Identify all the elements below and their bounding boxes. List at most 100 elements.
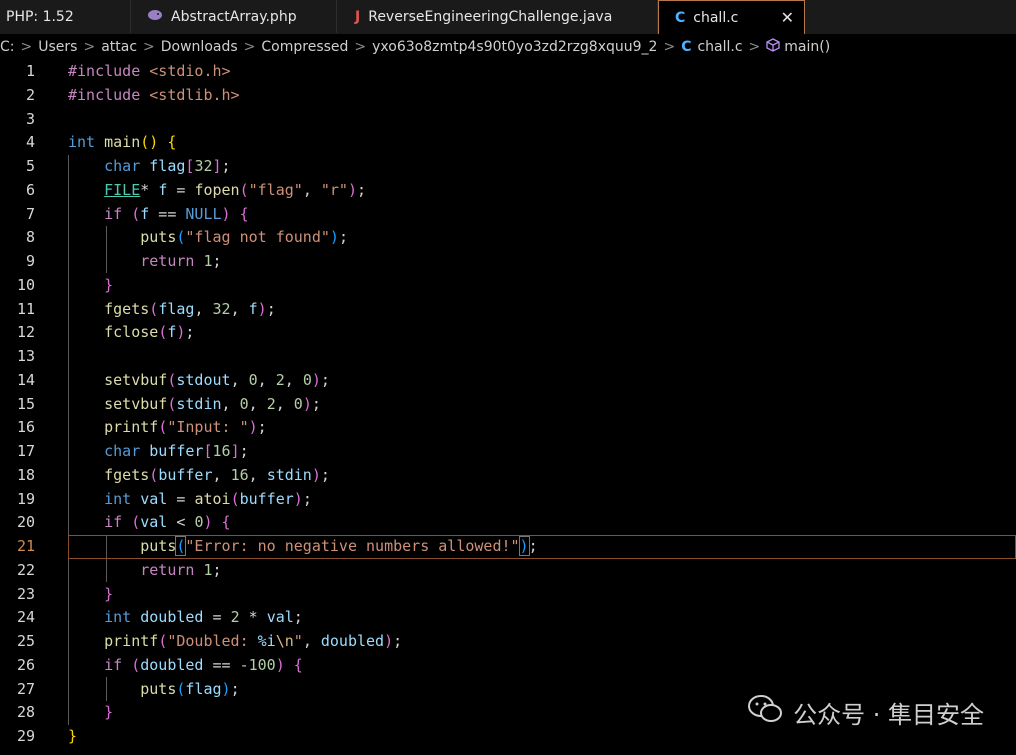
line-number: 19 [16, 489, 35, 508]
tab-label: PHP: 1.52 [6, 8, 74, 25]
line-number: 1 [25, 62, 35, 80]
line-number: 25 [16, 632, 35, 650]
line-number: 23 [16, 584, 35, 603]
line-number: 29 [16, 727, 35, 745]
line-number: 6 [25, 180, 35, 199]
code-editor[interactable]: 1 #include <stdio.h> 2 #include <stdlib.h>… [0, 60, 1016, 755]
line-number: 20 [16, 513, 35, 532]
code-text: char flag[32]; [104, 157, 231, 175]
chevron-right-icon: > [20, 39, 33, 55]
breadcrumb-item[interactable]: Downloads [161, 39, 238, 55]
line-number: 7 [25, 204, 35, 223]
line-number: 9 [25, 252, 35, 270]
tab-label: ReverseEngineeringChallenge.java [368, 8, 613, 25]
line-number: 3 [25, 109, 35, 128]
breadcrumb-item[interactable]: yxo63o8zmtp4s90t0yo3zd2rzg8xquu9_2 [372, 39, 657, 55]
code-text: return 1; [140, 252, 222, 270]
code-text: if (doubled == -100) { [104, 655, 303, 674]
php-elephant-icon [147, 9, 163, 25]
line-number: 27 [16, 679, 35, 698]
line-number: 15 [16, 394, 35, 413]
code-line: 1 #include <stdio.h> [0, 60, 1016, 84]
line-number: 24 [16, 608, 35, 627]
code-line: 19 int val = atoi(buffer); [0, 488, 1016, 512]
breadcrumb-item[interactable]: Compressed [261, 39, 348, 55]
code-line: 5 char flag[32]; [0, 155, 1016, 179]
line-number: 4 [25, 133, 35, 152]
tab-reverseengineering[interactable]: J ReverseEngineeringChallenge.java [337, 0, 658, 33]
code-text: } [104, 275, 114, 294]
watermark-text: 公众号 · 隼目安全 [793, 701, 984, 729]
breadcrumb-item[interactable]: C: [0, 39, 15, 55]
chevron-right-icon: > [354, 39, 367, 55]
code-text: puts("Error: no negative numbers allowed… [140, 536, 538, 556]
chevron-right-icon: > [663, 39, 676, 55]
breadcrumb-file[interactable]: chall.c [697, 39, 742, 55]
breadcrumb-symbol[interactable]: main() [784, 39, 830, 55]
code-text: setvbuf(stdout, 0, 2, 0); [104, 370, 330, 389]
c-file-icon: C [675, 9, 686, 26]
code-line: 8 puts("flag not found"); [0, 226, 1016, 250]
code-line: 13 [0, 345, 1016, 369]
code-line: 7 if (f == NULL) { [0, 203, 1016, 227]
c-file-icon: C [681, 39, 692, 55]
code-line: 26 if (doubled == -100) { [0, 654, 1016, 678]
code-text: int main() { [68, 133, 177, 152]
tab-php-info[interactable]: PHP: 1.52 [0, 0, 131, 33]
line-number: 2 [25, 85, 35, 104]
code-line: 16 printf("Input: "); [0, 416, 1016, 440]
code-line: 14 setvbuf(stdout, 0, 2, 0); [0, 369, 1016, 393]
close-icon[interactable]: ✕ [781, 8, 794, 27]
line-number: 28 [16, 703, 35, 722]
line-number: 21 [16, 537, 35, 555]
line-number: 12 [16, 323, 35, 342]
line-number: 18 [16, 465, 35, 484]
code-line: 15 setvbuf(stdin, 0, 2, 0); [0, 393, 1016, 417]
tab-bar: PHP: 1.52 AbstractArray.php J ReverseEng… [0, 0, 1016, 34]
cube-symbol-icon [766, 38, 780, 56]
code-text: fgets(flag, 32, f); [104, 299, 276, 318]
code-text: FILE* f = fopen("flag", "r"); [104, 180, 367, 199]
code-text: printf("Input: "); [104, 418, 267, 437]
code-line: 3 [0, 108, 1016, 132]
code-text: } [104, 584, 114, 603]
tab-chall-c[interactable]: C chall.c ✕ [658, 0, 805, 34]
code-line: 11 fgets(flag, 32, f); [0, 298, 1016, 322]
line-number: 17 [16, 442, 35, 460]
breadcrumb-item[interactable]: attac [101, 39, 137, 55]
tab-abstractarray[interactable]: AbstractArray.php [131, 0, 337, 33]
code-text: if (val < 0) { [104, 513, 231, 532]
code-line: 17 char buffer[16]; [0, 440, 1016, 464]
code-text: #include <stdlib.h> [68, 85, 240, 104]
chevron-right-icon: > [143, 39, 155, 55]
line-number: 14 [16, 370, 35, 389]
code-line: 24 int doubled = 2 * val; [0, 606, 1016, 630]
code-line: 21 puts("Error: no negative numbers allo… [0, 535, 1016, 559]
tab-label: AbstractArray.php [171, 8, 297, 25]
line-number: 22 [16, 560, 35, 579]
chevron-right-icon: > [243, 39, 256, 55]
code-line: 12 fclose(f); [0, 321, 1016, 345]
code-text: fclose(f); [104, 323, 195, 342]
code-line: 22 return 1; [0, 559, 1016, 583]
code-line: 23 } [0, 583, 1016, 607]
java-icon: J [355, 8, 361, 25]
code-text: char buffer[16]; [104, 442, 249, 460]
line-number: 11 [16, 299, 35, 318]
chevron-right-icon: > [748, 39, 761, 55]
code-line: 18 fgets(buffer, 16, stdin); [0, 464, 1016, 488]
code-line: 4 int main() { [0, 131, 1016, 155]
code-line: 9 return 1; [0, 250, 1016, 274]
code-text: setvbuf(stdin, 0, 2, 0); [104, 394, 321, 413]
breadcrumb-item[interactable]: Users [38, 39, 77, 55]
line-number: 13 [16, 347, 35, 365]
code-text: fgets(buffer, 16, stdin); [104, 465, 330, 484]
line-number: 26 [16, 655, 35, 674]
watermark: 公众号 · 隼目安全 [747, 694, 984, 731]
code-text: } [104, 703, 114, 722]
code-text: puts("flag not found"); [140, 228, 348, 247]
code-line: 10 } [0, 274, 1016, 298]
code-text: puts(flag); [140, 679, 240, 698]
line-number: 10 [16, 275, 35, 294]
code-text: printf("Doubled: %i\n", doubled); [104, 632, 403, 650]
